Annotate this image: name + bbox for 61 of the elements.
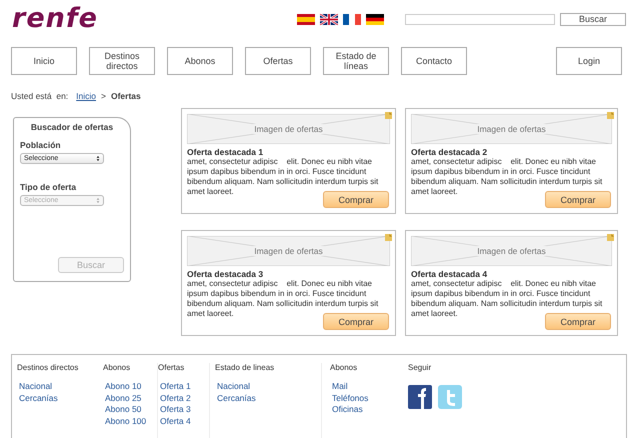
logo[interactable]: renfe <box>12 2 142 34</box>
footer-link[interactable]: Oficinas <box>330 404 400 416</box>
footer-link[interactable]: Teléfonos <box>330 392 400 404</box>
updown-caret-icon <box>96 155 100 162</box>
footer-link[interactable]: Nacional <box>17 381 95 392</box>
footer-link[interactable]: Oferta 3 <box>158 404 201 416</box>
breadcrumb-separator: > <box>101 91 106 101</box>
nav-button[interactable]: Destinos directos <box>89 47 155 75</box>
footer-heading: Abonos <box>103 363 132 372</box>
panel-title: Buscador de ofertas <box>30 122 114 134</box>
image-label: Imagen de ofertas <box>475 246 548 256</box>
nav-button[interactable]: Abonos <box>167 47 233 75</box>
note-icon <box>607 234 614 241</box>
field-label: Tipo de oferta <box>20 182 78 192</box>
nav-button[interactable]: Estado de líneas <box>323 47 389 75</box>
footer-heading: Abonos <box>330 363 358 372</box>
note-icon <box>385 112 392 119</box>
footer-heading: Seguir <box>408 363 432 372</box>
footer-link[interactable]: Nacional <box>215 381 313 392</box>
breadcrumb-link[interactable]: Inicio <box>76 91 96 101</box>
offer-title: Oferta destacada 2 <box>411 147 488 157</box>
footer-link[interactable]: Abono 10 <box>103 381 149 392</box>
footer-link[interactable]: Abono 25 <box>103 392 149 404</box>
buy-button[interactable]: Comprar <box>545 191 611 208</box>
offer-title: Oferta destacada 1 <box>187 147 264 157</box>
footer-link[interactable]: Abono 100 <box>103 416 149 427</box>
search-button[interactable]: Buscar <box>560 12 626 26</box>
france-flag-icon[interactable] <box>342 14 362 24</box>
buy-button[interactable]: Comprar <box>323 191 389 208</box>
social-media-icon[interactable] <box>408 385 432 409</box>
breadcrumb-label: Usted está en: <box>11 91 68 101</box>
note-icon <box>607 112 614 119</box>
buy-button[interactable]: Comprar <box>323 313 389 330</box>
breadcrumb-current: Ofertas <box>110 91 141 101</box>
footer-heading: Ofertas <box>158 363 186 372</box>
footer-heading: Estado de lineas <box>215 363 276 372</box>
footer-link[interactable]: Cercanías <box>17 392 95 404</box>
updown-caret-icon <box>96 197 100 204</box>
germany-flag-icon[interactable] <box>365 14 385 24</box>
offer-title: Oferta destacada 3 <box>187 269 264 279</box>
image-label: Imagen de ofertas <box>252 246 325 256</box>
footer-link[interactable]: Cercanías <box>215 392 313 404</box>
field-label: Población <box>20 140 62 150</box>
buy-button[interactable]: Comprar <box>545 313 611 330</box>
footer-link[interactable]: Mail <box>330 381 400 392</box>
image-label: Imagen de ofertas <box>252 124 325 134</box>
image-label: Imagen de ofertas <box>475 124 548 134</box>
footer-link[interactable]: Oferta 1 <box>158 381 201 392</box>
nav-button[interactable]: Contacto <box>401 47 467 75</box>
offer-title: Oferta destacada 4 <box>411 269 488 279</box>
uk-flag-icon[interactable] <box>319 14 339 24</box>
note-icon <box>385 234 392 241</box>
spain-flag-icon[interactable] <box>296 14 316 24</box>
footer-link[interactable]: Oferta 2 <box>158 392 201 404</box>
footer-heading: Destinos directos <box>17 363 80 372</box>
login-button[interactable]: Login <box>556 47 622 75</box>
nav-button[interactable]: Ofertas <box>245 47 311 75</box>
footer-link[interactable]: Abono 50 <box>103 404 149 416</box>
nav-button[interactable]: Inicio <box>11 47 77 75</box>
footer-link[interactable]: Oferta 4 <box>158 416 201 427</box>
search-field[interactable] <box>405 14 555 24</box>
